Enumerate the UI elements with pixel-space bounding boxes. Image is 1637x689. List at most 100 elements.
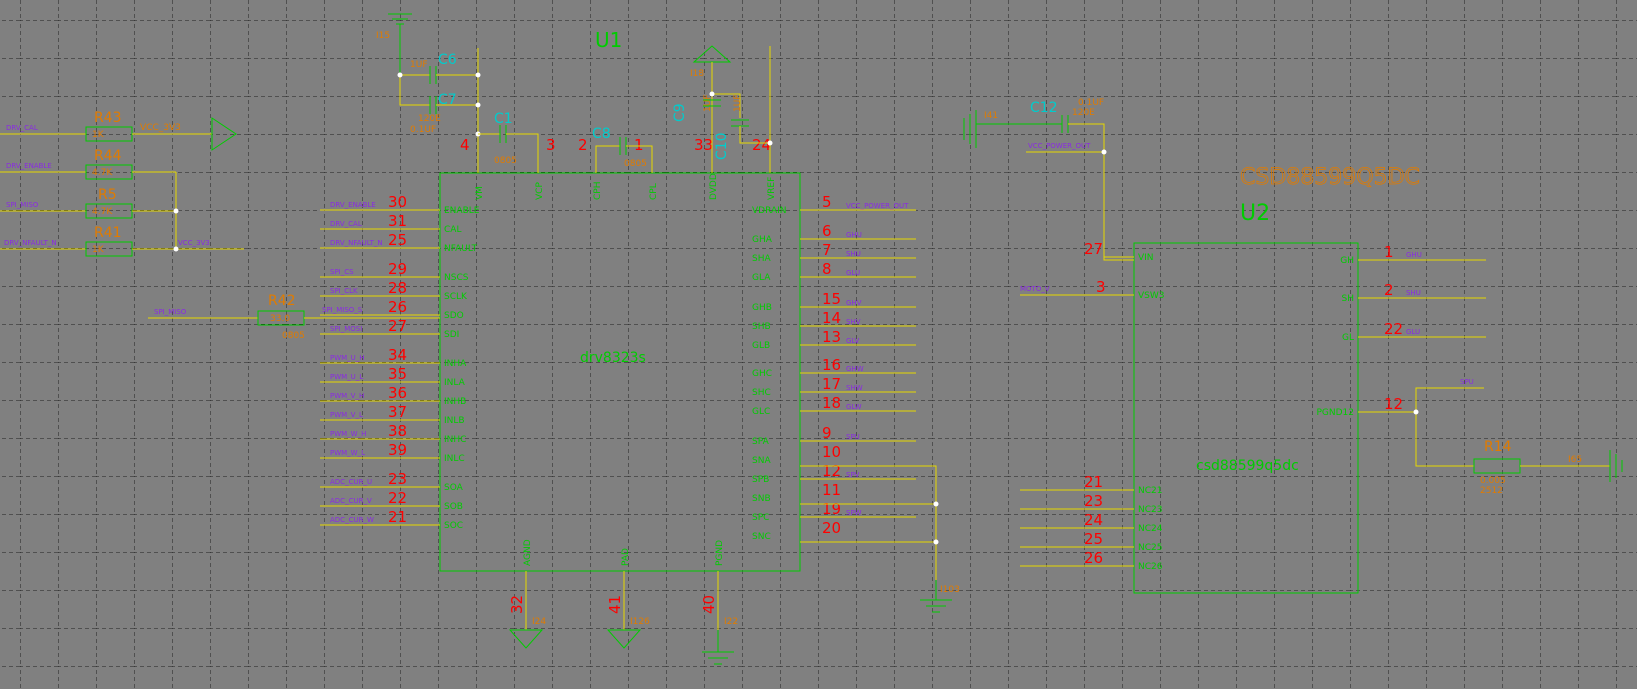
r43-net: DRV_CAL	[6, 124, 38, 132]
u1-pin-name: CPL	[649, 183, 659, 200]
u2-pin-name: SH	[1342, 294, 1354, 304]
junction-dot	[475, 102, 481, 108]
junction-dot	[1101, 149, 1107, 155]
u1-pin-net: SPV	[846, 471, 860, 479]
u1-pin-name: DVDD	[709, 173, 719, 200]
u1-pin-number: 22	[388, 489, 407, 507]
u1-pin-number: 13	[822, 328, 841, 346]
u1-pin-number: 36	[388, 384, 407, 402]
vcc3v3-net: VCC_3V3	[140, 123, 181, 133]
u1-pin-number: 3	[546, 136, 556, 154]
u1-pin-number: 33	[694, 136, 713, 154]
u1-pin-name: SNB	[752, 494, 771, 504]
c1-value: 0805	[494, 156, 517, 166]
u1-pin-name: INLC	[444, 454, 465, 464]
u1-pin-net: GLU	[846, 269, 860, 277]
u2-pin-number: 2	[1384, 281, 1394, 299]
u1-pin-number: 16	[822, 356, 841, 374]
u1-pin-net: GLV	[846, 337, 860, 345]
u2-pin-number: 22	[1384, 320, 1403, 338]
u1-pin-name: SNC	[752, 532, 771, 542]
u1-pin-net: PWM_V_L	[330, 411, 363, 419]
u1-pin-net: VCC_POWER_OUT	[846, 202, 909, 210]
junction-dot	[767, 140, 773, 146]
u2-pin-net: SPU	[1460, 378, 1474, 386]
u1-pin-number: 27	[388, 317, 407, 335]
c7-pkg: 120E	[418, 114, 441, 124]
u1-pin-name: INHC	[444, 435, 466, 445]
junction-dot	[709, 91, 715, 97]
u2-pin-name: NC23	[1138, 505, 1162, 515]
u1-pin-name: SPC	[752, 513, 769, 523]
u1-pin-number: 34	[388, 346, 407, 364]
u1-pin-name: SNA	[752, 456, 771, 466]
u1-pin-number: 40	[700, 595, 718, 614]
u1-pin-net: PWM_V_H	[330, 392, 364, 400]
u1-pin-net: PWM_U_H	[330, 354, 365, 362]
u1-pin-number: 23	[388, 470, 407, 488]
schematic-canvas[interactable]: U1 drv8323s 30 ENABLEDRV_ENABLE31 CALDRV_C…	[0, 0, 1637, 689]
u1-pin-name: ENABLE	[444, 206, 480, 216]
u2-pin-name: NC26	[1138, 562, 1163, 572]
u1-pin-name: SOC	[444, 521, 463, 531]
u1-pin-name: SHA	[752, 254, 771, 264]
c7-value: 0.1UF	[410, 125, 436, 135]
u1-pin-name: GLC	[752, 407, 770, 417]
junction-dot	[397, 72, 403, 78]
u1-pin-number: 12	[822, 462, 841, 480]
junction-dot	[173, 246, 179, 252]
u1-pin-number: 25	[388, 231, 407, 249]
u1-pin-name: NSCS	[444, 273, 469, 283]
u2-pin-number: 23	[1084, 492, 1103, 510]
r5-value: 4.7K	[92, 207, 113, 217]
c7-ref: C7	[438, 92, 457, 108]
i41-net: I41	[984, 111, 998, 121]
u1-pin-name: INLA	[444, 378, 466, 388]
junction-dot	[173, 208, 179, 214]
u1-pin-number: 41	[606, 595, 624, 614]
c9-value: 1UF	[703, 95, 713, 113]
u1-pin-name: VDRAIN	[752, 206, 787, 216]
r43-ref: R43	[94, 110, 122, 126]
u1-pin-number: 24	[752, 136, 771, 154]
u1-pin-net: PWM_W_L	[330, 449, 365, 457]
u1-pin-number: 39	[388, 441, 407, 459]
r14-pkg: 2512	[1480, 486, 1503, 496]
u2-pin-name: GH	[1340, 256, 1354, 266]
u1-pin-name: GHC	[752, 369, 772, 379]
c1-ref: C1	[494, 111, 513, 127]
u2-pin-name: VIN	[1138, 253, 1154, 263]
u1-pin-number: 35	[388, 365, 407, 383]
r14-ref: R14	[1484, 439, 1512, 455]
u1-pin-net: I126	[630, 617, 650, 627]
u1-pin-net: SPI_MISO_S	[322, 306, 363, 314]
u1-pin-name: SPA	[752, 437, 770, 447]
u1-pin-net: GLW	[846, 403, 862, 411]
c9-ref: C9	[672, 103, 688, 122]
u1-pin-net: SHU	[846, 250, 861, 258]
u1-pin-net: SPI_CS	[330, 268, 354, 276]
u2-pin-net: GHU	[1406, 251, 1422, 259]
u1-pin-net: GHU	[846, 231, 862, 239]
u1-pin-name: GLB	[752, 341, 770, 351]
u1-part: drv8323s	[580, 350, 646, 366]
u1-pin-number: 15	[822, 290, 841, 308]
u1-pin-net: I24	[532, 617, 546, 627]
u1-pin-net: DRV_NFAULT_N	[330, 239, 383, 247]
c8-ref: C8	[592, 126, 611, 142]
u1-pin-name: SOA	[444, 483, 464, 493]
r14-value: 0.005	[1480, 476, 1506, 486]
u1-pin-net: DRV_ENABLE	[330, 201, 376, 209]
u1-pin-number: 38	[388, 422, 407, 440]
r44-ref: R44	[94, 148, 122, 164]
u1-pin-number: 4	[460, 136, 470, 154]
u1-pin-number: 8	[822, 260, 832, 278]
i15-net: I15	[376, 31, 390, 41]
u1-pin-name: SDO	[444, 311, 464, 321]
u1-pin-number: 21	[388, 508, 407, 526]
u1-pin-number: 26	[388, 298, 407, 316]
u1-pin-net: SHW	[846, 384, 863, 392]
u1-pin-number: 20	[822, 519, 841, 537]
r42-net: SPI_MISO	[154, 308, 187, 316]
u1-pin-name: SDI	[444, 330, 459, 340]
